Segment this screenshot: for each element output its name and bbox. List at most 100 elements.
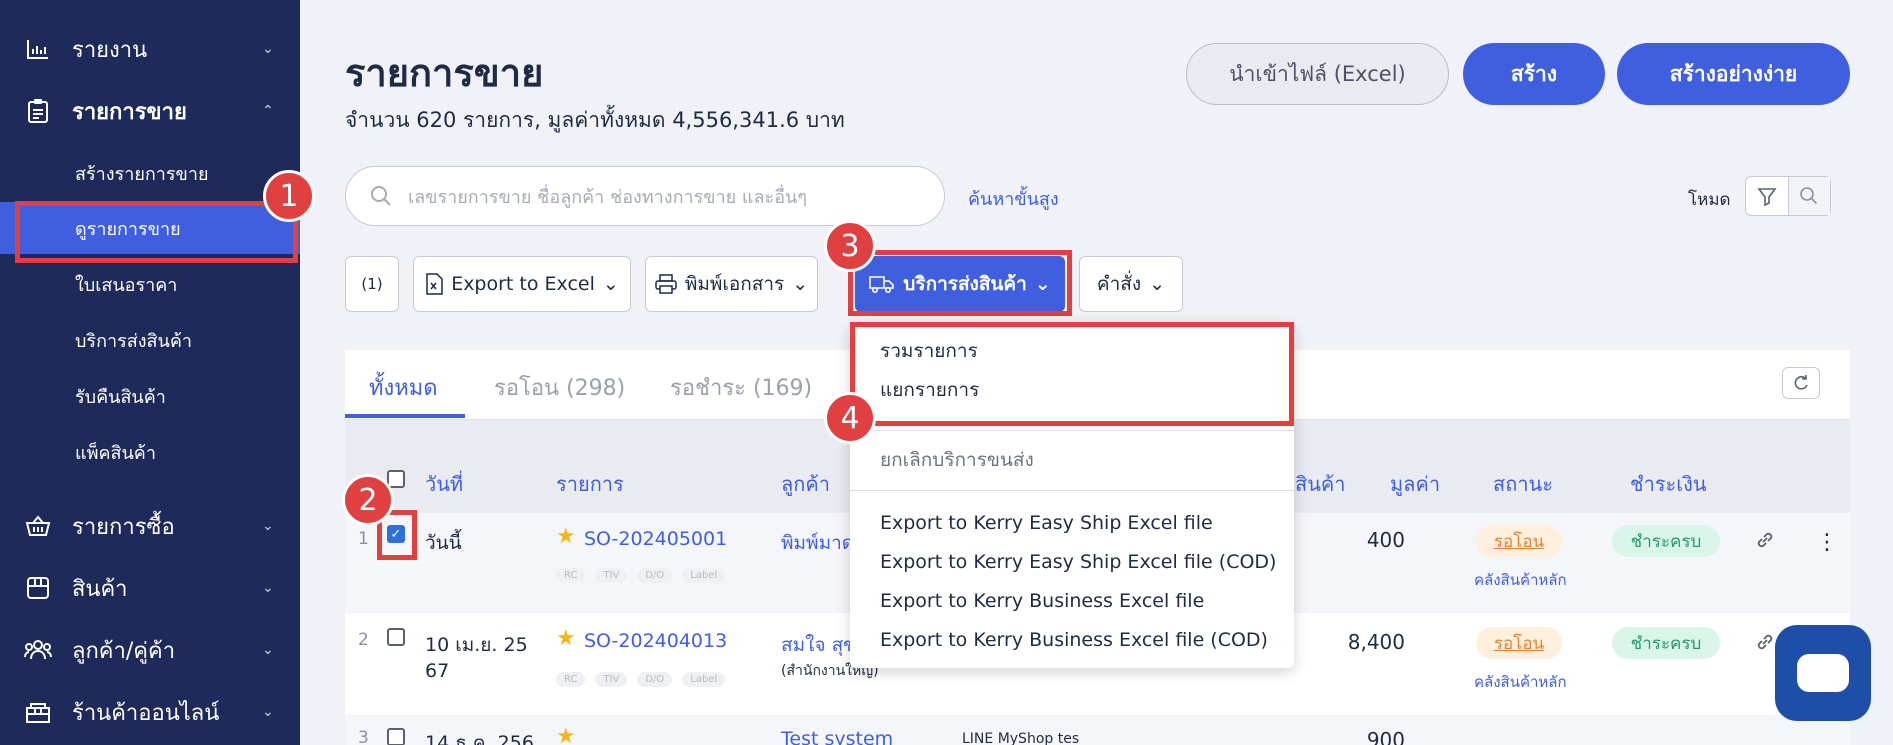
people-icon — [24, 636, 52, 664]
print-documents-button[interactable]: พิมพ์เอกสาร ⌄ — [645, 256, 818, 312]
tab-all[interactable]: ทั้งหมด — [369, 370, 438, 405]
commands-button[interactable]: คำสั่ง ⌄ — [1079, 256, 1183, 312]
tab-awaiting-payment[interactable]: รอชำระ (169) — [670, 370, 812, 405]
highlight-box-1 — [15, 201, 298, 263]
column-payment[interactable]: ชำระเงิน — [1630, 468, 1707, 500]
chevron-up-icon: ⌃ — [262, 103, 274, 119]
chevron-down-icon: ⌄ — [262, 518, 274, 534]
column-date[interactable]: วันที่ — [425, 468, 463, 500]
printer-icon — [655, 274, 677, 294]
filter-mode-button[interactable] — [1746, 177, 1788, 215]
import-excel-button[interactable]: นำเข้าไฟล์ (Excel) — [1186, 43, 1449, 105]
chevron-down-icon: ⌄ — [262, 704, 274, 720]
warehouse-link[interactable]: คลังสินค้าหลัก — [1474, 670, 1567, 694]
clipboard-icon — [24, 97, 52, 125]
sidebar-item-purchases[interactable]: รายการซื้อ ⌄ — [0, 498, 300, 554]
chevron-down-icon: ⌄ — [262, 580, 274, 596]
column-product[interactable]: สินค้า — [1295, 468, 1346, 500]
column-order[interactable]: รายการ — [556, 468, 624, 500]
menu-item-export-kerry-easy[interactable]: Export to Kerry Easy Ship Excel file — [880, 512, 1213, 534]
column-status[interactable]: สถานะ — [1493, 468, 1553, 500]
menu-item-export-kerry-business-cod[interactable]: Export to Kerry Business Excel file (COD… — [880, 629, 1268, 651]
search-box — [345, 166, 945, 226]
refresh-button[interactable] — [1782, 367, 1820, 399]
export-excel-button[interactable]: Export to Excel ⌄ — [413, 256, 631, 312]
commands-label: คำสั่ง — [1096, 273, 1142, 295]
warehouse-link[interactable]: คลังสินค้าหลัก — [1474, 568, 1567, 592]
link-icon[interactable] — [1754, 631, 1776, 657]
refresh-icon — [1794, 375, 1808, 390]
customer-link[interactable]: สมใจ สุข — [781, 630, 856, 660]
sidebar-subitem-create-sale[interactable]: สร้างรายการขาย — [0, 147, 300, 199]
menu-item-cancel-shipping[interactable]: ยกเลิกบริการขนส่ง — [880, 445, 1034, 475]
tag-label[interactable]: Label — [682, 672, 726, 687]
create-button[interactable]: สร้าง — [1463, 43, 1605, 105]
sales-channel: LINE MyShop tes — [962, 731, 1080, 745]
filter-icon — [1757, 188, 1777, 206]
row-date: 10 เม.ย. 25 — [425, 634, 528, 656]
search-icon — [370, 185, 392, 211]
tag-tiv[interactable]: TIV — [595, 568, 628, 583]
menu-item-export-kerry-easy-cod[interactable]: Export to Kerry Easy Ship Excel file (CO… — [880, 551, 1276, 573]
sidebar-subitem-label: รับคืนสินค้า — [75, 386, 166, 408]
column-amount[interactable]: มูลค่า — [1390, 468, 1440, 500]
customer-link[interactable]: พิมพ์มาด — [781, 528, 854, 558]
menu-divider — [850, 430, 1294, 431]
customer-link[interactable]: Test system — [781, 728, 893, 745]
sidebar-item-customers[interactable]: ลูกค้า/คู่ค้า ⌄ — [0, 622, 300, 678]
menu-item-export-kerry-business[interactable]: Export to Kerry Business Excel file — [880, 590, 1204, 612]
tag-do[interactable]: D/O — [637, 672, 673, 687]
tag-rc[interactable]: RC — [556, 568, 586, 583]
tag-do[interactable]: D/O — [637, 568, 673, 583]
row-amount: 400 — [1366, 528, 1405, 552]
search-input[interactable] — [408, 181, 928, 213]
star-icon[interactable]: ★ — [556, 626, 576, 651]
sidebar-subitem-packing[interactable]: แพ็คสินค้า — [0, 426, 300, 478]
order-link[interactable]: SO-202404013 — [584, 630, 727, 652]
link-icon[interactable] — [1754, 529, 1776, 555]
payment-badge: ชำระครบ — [1612, 627, 1720, 659]
sidebar-item-label: สินค้า — [72, 576, 128, 602]
advanced-search-link[interactable]: ค้นหาขั้นสูง — [968, 184, 1059, 213]
sidebar-subitem-returns[interactable]: รับคืนสินค้า — [0, 370, 300, 422]
row-checkbox[interactable] — [387, 628, 405, 646]
tag-tiv[interactable]: TIV — [595, 672, 628, 687]
chart-icon — [24, 35, 52, 63]
row-checkbox[interactable] — [387, 728, 405, 745]
payment-badge: ชำระครบ — [1612, 525, 1720, 557]
selected-count-button[interactable]: (1) — [345, 256, 399, 312]
status-badge[interactable]: รอโอน — [1476, 627, 1562, 659]
step-badge-4: 4 — [824, 392, 876, 444]
chat-button[interactable] — [1775, 625, 1871, 721]
column-customer[interactable]: ลูกค้า — [781, 468, 830, 500]
status-badge[interactable]: รอโอน — [1476, 525, 1562, 557]
more-vertical-icon[interactable]: ⋮ — [1816, 530, 1838, 555]
sidebar-item-products[interactable]: สินค้า ⌄ — [0, 560, 300, 616]
chevron-down-icon: ⌄ — [1149, 273, 1166, 295]
page-summary: จำนวน 620 รายการ, มูลค่าทั้งหมด 4,556,34… — [345, 108, 845, 132]
tag-label[interactable]: Label — [682, 568, 726, 583]
step-badge-2: 2 — [342, 474, 394, 526]
sidebar-subitem-label: แพ็คสินค้า — [75, 442, 156, 464]
sidebar-item-reports[interactable]: รายงาน ⌄ — [0, 21, 300, 77]
highlight-box-3 — [848, 250, 1072, 316]
tag-rc[interactable]: RC — [556, 672, 586, 687]
order-link[interactable]: SO-202405001 — [584, 528, 727, 550]
export-excel-label: Export to Excel — [451, 273, 595, 295]
search-mode-button[interactable] — [1787, 177, 1830, 215]
tab-awaiting-transfer[interactable]: รอโอน (298) — [494, 370, 625, 405]
step-badge-1: 1 — [263, 170, 315, 222]
sidebar-item-online-store[interactable]: ร้านค้าออนไลน์ ⌄ — [0, 684, 300, 740]
quick-create-button[interactable]: สร้างอย่างง่าย — [1617, 43, 1850, 105]
sidebar-item-label: รายงาน — [72, 37, 148, 63]
sidebar-subitem-quotation[interactable]: ใบเสนอราคา — [0, 258, 300, 310]
box-icon — [24, 574, 52, 602]
chevron-down-icon: ⌄ — [262, 41, 274, 57]
sidebar-item-label: ร้านค้าออนไลน์ — [72, 700, 220, 726]
star-icon[interactable]: ★ — [556, 524, 576, 549]
sidebar-subitem-shipping[interactable]: บริการส่งสินค้า — [0, 314, 300, 366]
page-title: รายการขาย — [345, 51, 544, 95]
row-date-continued: 67 — [425, 660, 450, 682]
sidebar-item-sales[interactable]: รายการขาย ⌃ — [0, 83, 300, 139]
star-icon[interactable]: ★ — [556, 724, 576, 745]
